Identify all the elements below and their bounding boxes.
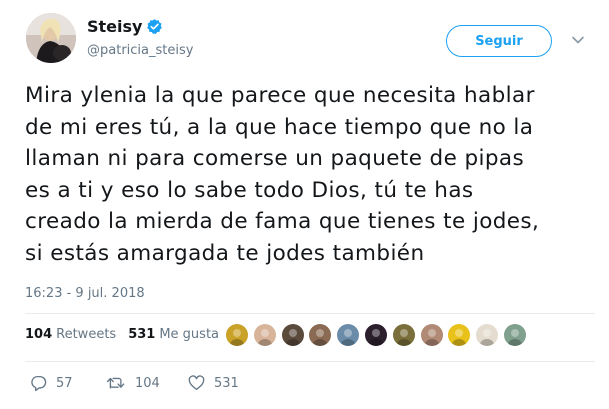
verified-badge-icon (147, 19, 163, 34)
liker-photo-icon (226, 324, 248, 346)
liker-avatar[interactable] (503, 324, 526, 346)
tweet-text-line: llaman ni para comerse un paquete de pip… (25, 146, 525, 171)
likes-stat[interactable]: 531 Me gusta (128, 327, 219, 342)
user-handle[interactable]: @patricia_steisy (87, 43, 193, 58)
retweets-count: 104 (25, 327, 53, 342)
likes-label: Me gusta (159, 327, 220, 342)
retweet-count: 104 (135, 375, 160, 391)
tweet-text: Mira ylenia la que parece que necesita h… (25, 80, 593, 269)
liker-avatar[interactable] (281, 324, 304, 346)
liker-avatar[interactable] (226, 324, 248, 346)
tweet-text-line: de mi eres tú, a la que hace tiempo que … (25, 114, 534, 140)
profile-avatar[interactable] (26, 13, 76, 63)
like-button[interactable]: 531 (188, 375, 239, 391)
follow-button[interactable]: Seguir (446, 25, 552, 57)
liker-avatar[interactable] (420, 324, 443, 346)
liker-photo-icon (392, 324, 415, 346)
name-row: Steisy (87, 17, 163, 36)
liker-avatar[interactable] (309, 324, 332, 346)
retweet-button[interactable]: 104 (106, 376, 188, 391)
liker-avatar[interactable] (253, 324, 276, 346)
tweet-stats: 104 Retweets 531 Me gusta (25, 327, 219, 342)
retweets-stat[interactable]: 104 Retweets (25, 327, 116, 342)
retweet-icon (106, 377, 125, 389)
liker-avatar[interactable] (364, 324, 387, 346)
liker-avatars (226, 324, 532, 346)
divider (25, 361, 595, 362)
reply-count: 57 (56, 375, 73, 391)
liker-photo-icon (420, 324, 443, 346)
liker-photo-icon (309, 324, 332, 346)
liker-avatar[interactable] (392, 324, 415, 346)
tweet-text-line: creado la mierda de fama que tienes te j… (25, 209, 540, 234)
tweet-text-line: es a ti y eso lo sabe todo Dios, tú te h… (25, 177, 474, 203)
liker-photo-icon (337, 324, 360, 346)
tweet-card: Steisy @patricia_steisy Seguir Mira ylen… (0, 0, 609, 409)
display-name[interactable]: Steisy (87, 17, 142, 36)
liker-photo-icon (364, 324, 387, 346)
tweet-text-line: si estás amargada te jodes también (25, 240, 425, 266)
retweets-label: Retweets (56, 327, 117, 342)
liker-photo-icon (476, 324, 499, 346)
liker-photo-icon (503, 324, 526, 346)
liker-avatar[interactable] (476, 324, 499, 346)
liker-photo-icon (448, 324, 471, 346)
liker-avatar[interactable] (337, 324, 360, 346)
profile-photo-icon (26, 13, 76, 63)
liker-photo-icon (253, 324, 276, 346)
likes-count: 531 (128, 327, 156, 342)
tweet-actions: 57 104 531 (30, 375, 239, 391)
tweet-text-line: Mira ylenia la que parece que necesita h… (25, 83, 535, 108)
like-count: 531 (214, 375, 239, 391)
heart-icon (188, 375, 205, 391)
reply-icon (31, 375, 47, 391)
reply-button[interactable]: 57 (30, 375, 106, 391)
liker-photo-icon (281, 324, 304, 346)
divider (25, 313, 595, 314)
chevron-down-icon[interactable] (571, 35, 585, 45)
liker-avatar[interactable] (448, 324, 471, 346)
tweet-timestamp[interactable]: 16:23 - 9 jul. 2018 (25, 286, 145, 301)
